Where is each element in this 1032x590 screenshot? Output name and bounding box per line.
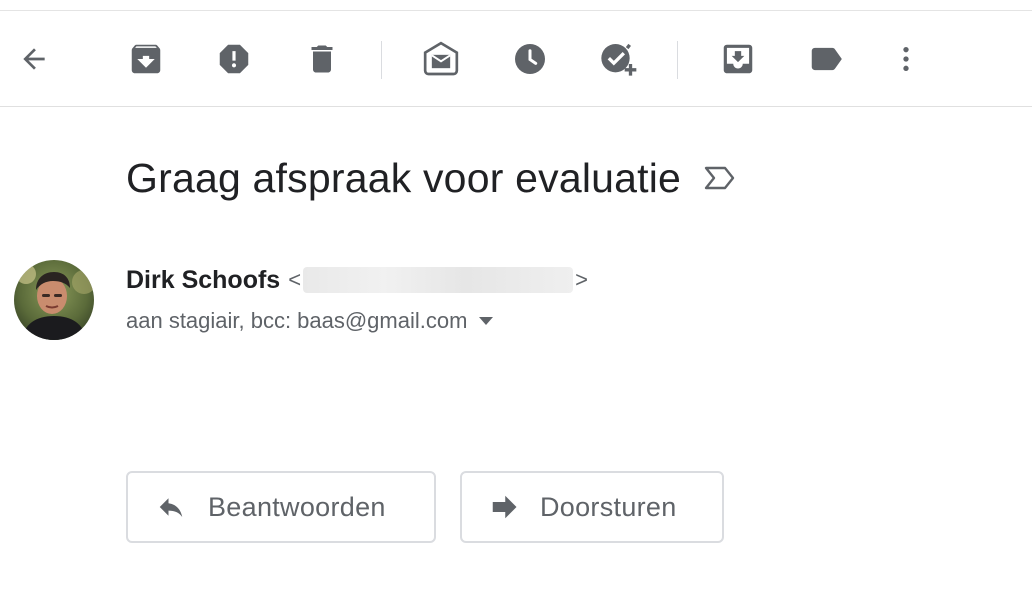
forward-icon: [492, 495, 517, 519]
forward-icon-wrap: [488, 492, 520, 522]
snooze-clock-icon: [515, 44, 545, 74]
email-open-bracket: <: [288, 267, 302, 292]
show-details-button[interactable]: [477, 315, 495, 327]
reply-label: Beantwoorden: [208, 491, 386, 522]
forward-button[interactable]: Doorsturen: [460, 471, 724, 543]
add-to-tasks-icon: [601, 43, 637, 76]
move-to-inbox-icon: [723, 44, 753, 74]
more-options-button[interactable]: [886, 39, 926, 79]
redacted-email: [303, 267, 574, 293]
labels-button[interactable]: [806, 39, 846, 79]
reply-icon-wrap: [154, 492, 188, 522]
report-spam-icon: [219, 44, 249, 74]
message-toolbar: [0, 11, 1032, 107]
mark-unread-icon: [423, 41, 459, 76]
email-close-bracket: >: [575, 267, 588, 292]
recipients-to: aan stagiair, bcc:: [126, 308, 292, 333]
reply-button[interactable]: Beantwoorden: [126, 471, 436, 543]
avatar-photo: [14, 260, 94, 340]
importance-marker[interactable]: [703, 165, 737, 191]
back-button[interactable]: [14, 39, 54, 79]
arrow-back-icon: [23, 48, 45, 70]
bcc-address: baas@gmail.com: [297, 308, 468, 333]
toolbar-separator: [381, 41, 382, 79]
delete-button[interactable]: [302, 39, 342, 79]
sender-line: Dirk Schoofs < >: [126, 264, 588, 296]
report-spam-button[interactable]: [214, 39, 254, 79]
forward-label: Doorsturen: [540, 491, 677, 522]
reply-icon: [159, 498, 183, 517]
sender-email: < >: [288, 267, 588, 293]
recipients-line: aan stagiair, bcc: baas@gmail.com: [126, 306, 495, 336]
more-vertical-icon: [903, 47, 909, 71]
archive-button[interactable]: [126, 39, 166, 79]
add-to-tasks-button[interactable]: [598, 39, 638, 79]
importance-marker-icon: [704, 166, 735, 190]
move-to-button[interactable]: [718, 39, 758, 79]
label-icon: [811, 47, 842, 71]
dropdown-arrow-icon: [479, 317, 494, 325]
sender-avatar[interactable]: [14, 260, 94, 340]
toolbar-separator: [677, 41, 678, 79]
sender-name[interactable]: Dirk Schoofs: [126, 266, 280, 295]
mark-unread-button[interactable]: [421, 39, 461, 79]
archive-icon: [131, 44, 161, 74]
trash-icon: [311, 45, 333, 73]
snooze-button[interactable]: [510, 39, 550, 79]
subject-row: Graag afspraak voor evaluatie: [126, 152, 737, 204]
message-subject: Graag afspraak voor evaluatie: [126, 154, 682, 201]
